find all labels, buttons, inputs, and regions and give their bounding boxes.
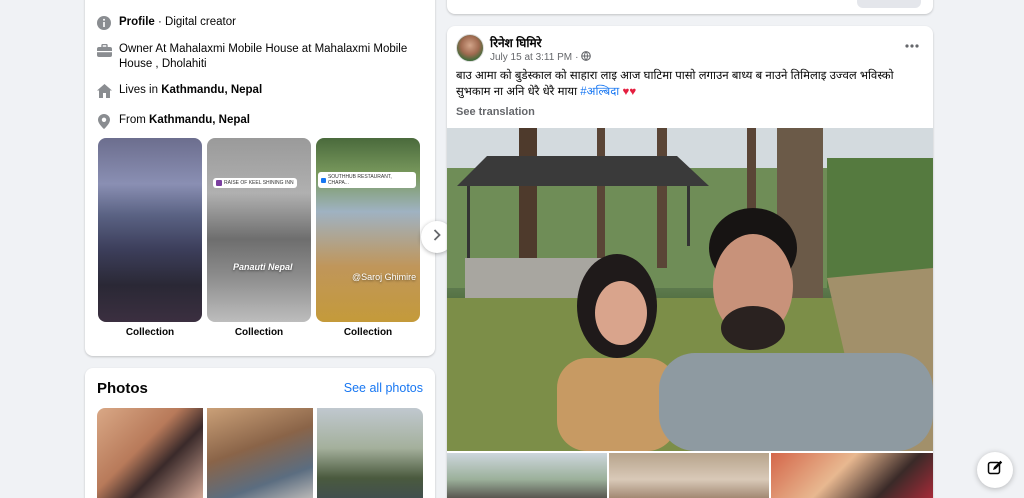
- home-icon: [95, 83, 113, 99]
- from-prefix: From: [119, 114, 150, 126]
- sticker-text: RAISE OF KEEL SHINING INN: [224, 180, 294, 186]
- highlight-overlay-text: Panauti Nepal: [233, 262, 293, 272]
- author-avatar[interactable]: [456, 34, 484, 62]
- highlight-label: Collection: [343, 327, 393, 338]
- globe-icon: [581, 51, 592, 64]
- profile-value: · Digital creator: [158, 16, 236, 28]
- see-translation-link[interactable]: See translation: [456, 106, 535, 118]
- lives-place-link[interactable]: Kathmandu, Nepal: [161, 84, 262, 96]
- photos-card: Photos See all photos: [85, 368, 435, 498]
- photo-thumbnail[interactable]: [317, 408, 423, 498]
- post-body: बाउ आमा को बुडेस्काल को साहारा लाइ आज घा…: [456, 70, 894, 98]
- see-all-photos-link[interactable]: See all photos: [344, 381, 423, 395]
- highlight-collection-2[interactable]: RAISE OF KEEL SHINING INN Panauti Nepal: [207, 138, 311, 322]
- highlight-label: Collection: [125, 327, 175, 338]
- sticker-text: SOUTHHUB RESTAURANT, CHAPA...: [327, 174, 392, 186]
- post-text: बाउ आमा को बुडेस्काल को साहारा लाइ आज घा…: [456, 68, 926, 100]
- from-place-link[interactable]: Kathmandu, Nepal: [149, 114, 250, 126]
- intro-profile-row: Profile · Digital creator: [95, 15, 236, 31]
- info-icon: [95, 15, 113, 31]
- location-pin-icon: [95, 113, 113, 129]
- post-photo-thumbnail[interactable]: [771, 453, 933, 498]
- previous-card-button[interactable]: [857, 0, 921, 8]
- compose-icon: [987, 460, 1003, 481]
- photo-scene: [447, 128, 933, 451]
- briefcase-icon: [95, 42, 113, 58]
- location-sticker: SOUTHHUB RESTAURANT, CHAPA...: [318, 172, 416, 188]
- profile-label: Profile: [119, 16, 155, 28]
- intro-lives-row: Lives in Kathmandu, Nepal: [95, 83, 262, 99]
- sticker-pin-icon: [321, 177, 326, 183]
- location-sticker: RAISE OF KEEL SHINING INN: [213, 178, 297, 188]
- featured-highlights: Collection RAISE OF KEEL SHINING INN Pan…: [98, 138, 453, 338]
- highlight-collection-3[interactable]: SOUTHHUB RESTAURANT, CHAPA... @Saroj Ghi…: [316, 138, 420, 322]
- work-text: Owner At Mahalaxmi Mobile House at Mahal…: [119, 43, 408, 70]
- meta-separator: ·: [575, 52, 579, 63]
- intro-from-row: From Kathmandu, Nepal: [95, 113, 250, 129]
- photos-title: Photos: [97, 380, 148, 397]
- new-message-button[interactable]: [977, 452, 1013, 488]
- intro-card: Profile · Digital creator Owner At Mahal…: [85, 0, 453, 356]
- lives-prefix: Lives in: [119, 84, 162, 96]
- more-options-button[interactable]: [905, 35, 919, 51]
- highlight-collection-1[interactable]: [98, 138, 202, 322]
- photo-thumbnail[interactable]: [207, 408, 313, 498]
- post-photo-thumbnail[interactable]: [609, 453, 769, 498]
- previous-card: [447, 0, 933, 14]
- hashtag-link[interactable]: #अल्बिदा: [580, 86, 619, 98]
- highlight-label: Collection: [234, 327, 284, 338]
- post-author[interactable]: रिनेश घिमिरे: [490, 34, 542, 51]
- photo-thumbnail[interactable]: [97, 408, 203, 498]
- post-meta: July 15 at 3:11 PM ·: [490, 51, 592, 64]
- highlight-overlay-text: @Saroj Ghimire: [352, 272, 417, 282]
- post-card: रिनेश घिमिरे July 15 at 3:11 PM · बाउ आम…: [447, 26, 933, 498]
- post-main-photo[interactable]: [447, 128, 933, 451]
- intro-work-row: Owner At Mahalaxmi Mobile House at Mahal…: [95, 42, 415, 72]
- post-date[interactable]: July 15 at 3:11 PM: [490, 52, 572, 63]
- post-photo-thumbnail[interactable]: [447, 453, 607, 498]
- more-icon: [905, 35, 919, 51]
- heart-emoji: ♥♥: [622, 86, 637, 98]
- sticker-pin-icon: [216, 180, 222, 186]
- chevron-right-icon: [433, 228, 441, 246]
